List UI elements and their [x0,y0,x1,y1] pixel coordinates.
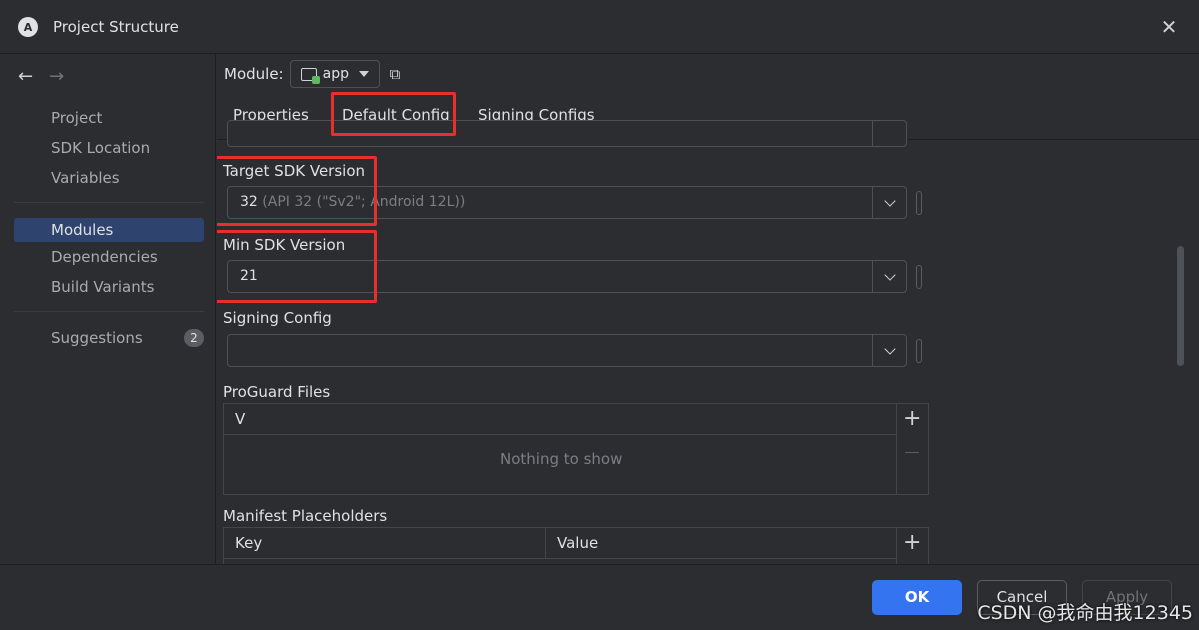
manifest-toolbar: + [896,528,928,564]
signing-config-variable-toggle[interactable] [916,339,922,363]
min-sdk-label: Min SDK Version [223,236,346,254]
add-proguard-file-icon[interactable]: + [903,408,921,430]
window-title: Project Structure [53,18,179,36]
min-sdk-value: 21 [240,268,258,284]
vertical-scrollbar[interactable] [1177,246,1184,366]
android-studio-logo-icon: A [18,17,38,37]
module-value: app [322,66,349,82]
chevron-down-icon [883,268,896,281]
target-sdk-variable-toggle[interactable] [916,191,922,215]
min-sdk-variable-toggle[interactable] [916,265,922,289]
suggestions-count-badge: 2 [184,329,204,347]
main-panel: Module: app ⧉ Properties Default Config … [217,54,1199,564]
proguard-files-label: ProGuard Files [223,383,331,401]
ok-button[interactable]: OK [872,580,962,615]
proguard-empty-text: Nothing to show [500,450,623,468]
title-bar: A Project Structure ✕ [0,0,1199,54]
back-arrow-icon[interactable]: ← [18,66,33,87]
manifest-placeholders-table[interactable]: Key Value + [223,527,929,564]
proguard-column-header: V [224,404,897,435]
sidebar-item-variables[interactable]: Variables [14,166,204,190]
module-dropdown[interactable]: app [289,60,380,88]
sidebar-divider [14,202,204,203]
cancel-button[interactable]: Cancel [977,580,1067,615]
apply-button[interactable]: Apply [1082,580,1172,615]
manifest-value-header: Value [546,528,897,559]
sidebar-item-project[interactable]: Project [14,106,204,130]
target-sdk-combo[interactable]: 32 (API 32 ("Sv2"; Android 12L)) [227,186,907,219]
sidebar: ← → Project SDK Location Variables Modul… [0,54,216,564]
signing-config-combo[interactable] [227,334,907,367]
scrolled-field-combo[interactable] [227,120,907,147]
sidebar-divider [14,311,204,312]
target-sdk-label: Target SDK Version [223,162,366,180]
add-placeholder-icon[interactable]: + [903,532,921,554]
sidebar-item-build-variants[interactable]: Build Variants [14,275,204,299]
signing-config-dropdown-button[interactable] [872,335,906,366]
open-external-icon[interactable]: ⧉ [390,66,406,82]
dialog-footer: OK Cancel Apply CSDN @我命由我12345 [0,564,1199,630]
dropdown-button[interactable] [872,121,906,146]
remove-proguard-file-icon[interactable] [905,452,919,453]
manifest-key-header: Key [224,528,546,559]
min-sdk-dropdown-button[interactable] [872,261,906,292]
nav-arrows: ← → [18,66,64,87]
module-selector-row: Module: app ⧉ [224,60,406,88]
target-sdk-dropdown-button[interactable] [872,187,906,218]
close-icon[interactable]: ✕ [1159,17,1179,37]
module-label: Module: [224,65,284,83]
proguard-toolbar: + [896,404,928,494]
manifest-placeholders-label: Manifest Placeholders [223,507,388,525]
chevron-down-icon [883,194,896,207]
sidebar-item-sdk-location[interactable]: SDK Location [14,136,204,160]
forward-arrow-icon[interactable]: → [49,66,64,87]
proguard-files-table[interactable]: V Nothing to show + [223,403,929,495]
module-folder-icon [300,67,320,84]
target-sdk-value: 32 (API 32 ("Sv2"; Android 12L)) [240,194,466,210]
sidebar-item-label: Suggestions [51,329,143,347]
sidebar-item-modules[interactable]: Modules [14,218,204,242]
chevron-down-icon [883,342,896,355]
signing-config-label: Signing Config [223,309,332,327]
sidebar-item-suggestions[interactable]: Suggestions 2 [14,326,204,350]
chevron-down-icon [358,71,369,77]
sidebar-item-dependencies[interactable]: Dependencies [14,245,204,269]
min-sdk-combo[interactable]: 21 [227,260,907,293]
